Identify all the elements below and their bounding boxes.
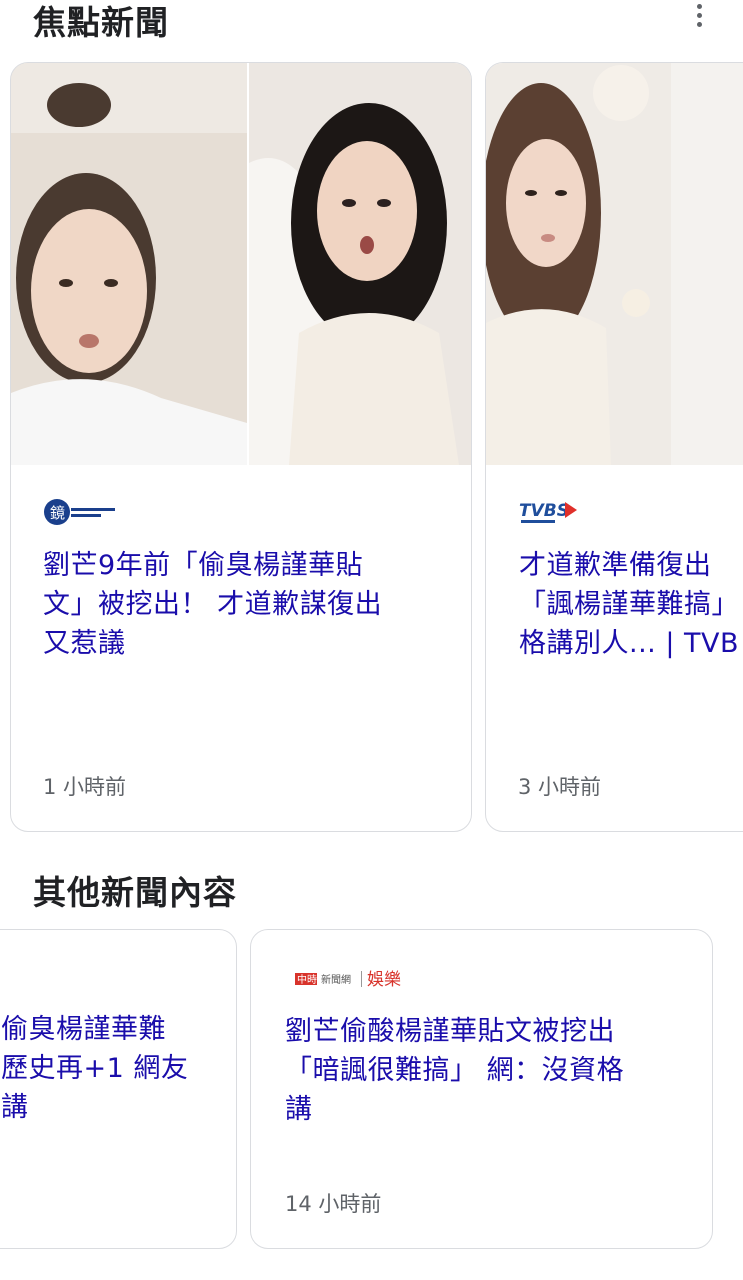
news-card[interactable]: TVBS 才道歉準備復出 「諷楊謹華難搞」 格講別人... | TVB 3 小時… [485, 62, 743, 832]
more-options-button[interactable] [684, 0, 714, 30]
news-page: 焦點新聞 鏡 劉芒9年前「偷臭楊謹華貼 文」被挖出！ 才道歉謀復出 又惹議 1 … [0, 0, 743, 1280]
other-news-title: 其他新聞內容 [33, 873, 237, 912]
svg-text:娛樂: 娛樂 [367, 970, 401, 990]
news-time: 3 小時前 [518, 775, 602, 799]
news-thumbnail [486, 63, 743, 465]
svg-text:中時: 中時 [297, 973, 317, 986]
top-stories-title: 焦點新聞 [33, 3, 169, 42]
news-card[interactable]: 中時 新聞網 娛樂 劉芒偷酸楊謹華貼文被挖出 「暗諷很難搞」 網：沒資格 講 1… [250, 929, 713, 1249]
person-photo [486, 63, 743, 465]
news-headline[interactable]: 劉芒9年前「偷臭楊謹華貼 文」被挖出！ 才道歉謀復出 又惹議 [43, 546, 458, 663]
source-logo-tvbs: TVBS [517, 496, 579, 528]
svg-text:新聞網: 新聞網 [321, 973, 351, 986]
person-photo [249, 63, 471, 465]
news-thumbnail [11, 63, 471, 465]
more-vert-icon [696, 3, 702, 9]
source-logo-mirror-media: 鏡 [43, 496, 118, 528]
news-headline[interactable]: 才道歉準備復出 「諷楊謹華難搞」 格講別人... | TVB [519, 546, 743, 663]
news-headline[interactable]: 偷臭楊謹華難 歷史再+1 網友 講 [1, 1010, 236, 1127]
person-photo [11, 63, 247, 465]
news-card[interactable]: 鏡 劉芒9年前「偷臭楊謹華貼 文」被挖出！ 才道歉謀復出 又惹議 1 小時前 [10, 62, 472, 832]
svg-text:鏡: 鏡 [50, 504, 65, 522]
news-card[interactable]: 偷臭楊謹華難 歷史再+1 網友 講 [0, 929, 237, 1249]
news-time: 1 小時前 [43, 775, 127, 799]
svg-text:TVBS: TVBS [519, 501, 569, 521]
news-headline[interactable]: 劉芒偷酸楊謹華貼文被挖出 「暗諷很難搞」 網：沒資格 講 [285, 1012, 705, 1129]
news-time: 14 小時前 [285, 1192, 382, 1216]
source-logo-chinatimes: 中時 新聞網 娛樂 [295, 963, 415, 995]
